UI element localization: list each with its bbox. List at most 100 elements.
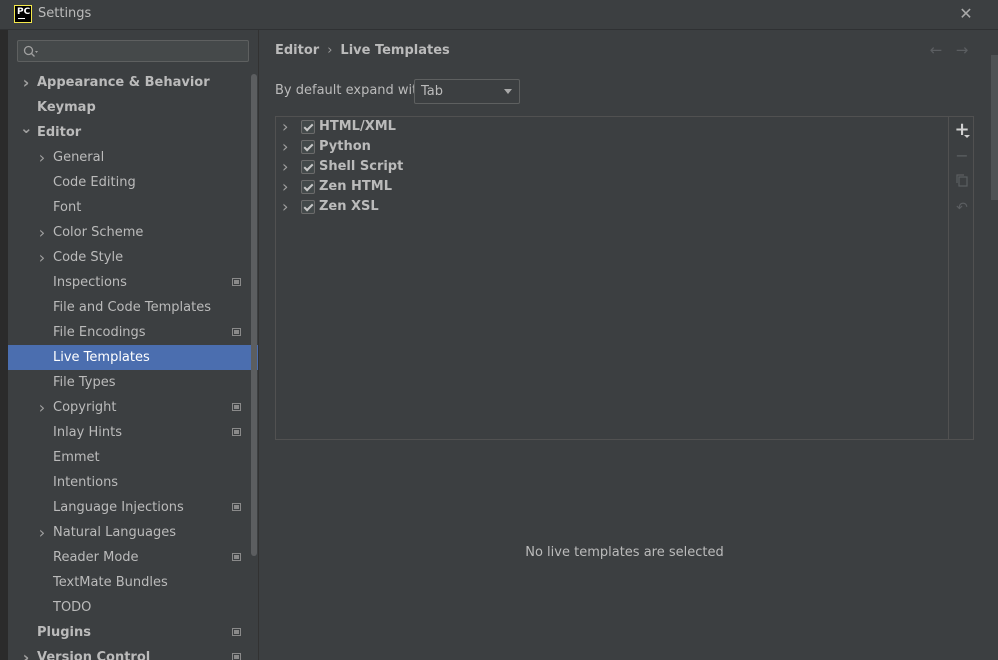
sidebar-item-inspections[interactable]: Inspections <box>8 270 258 295</box>
sidebar-item-code-style[interactable]: › Code Style <box>8 245 258 270</box>
sidebar-item-label: Appearance & Behavior <box>37 75 210 90</box>
template-group-checkbox[interactable] <box>301 180 315 194</box>
template-group-label: Shell Script <box>319 159 404 174</box>
breadcrumb-parent: Editor <box>275 43 320 58</box>
sidebar-item-version-control[interactable]: › Version Control <box>8 645 258 660</box>
sidebar-item-file-types[interactable]: File Types <box>8 370 258 395</box>
window-title: Settings <box>38 6 92 21</box>
chevron-right-icon[interactable]: › <box>282 177 288 197</box>
remove-icon[interactable]: − <box>953 147 971 165</box>
project-level-icon <box>232 503 241 511</box>
background-window-scrollbar <box>991 55 998 200</box>
breadcrumb-current: Live Templates <box>340 43 450 58</box>
project-level-icon <box>232 278 241 286</box>
breadcrumb: Editor › Live Templates <box>275 43 450 58</box>
copy-icon-glyph <box>956 174 968 187</box>
expand-with-dropdown[interactable]: Tab <box>414 79 520 104</box>
breadcrumb-separator: › <box>327 43 333 58</box>
pycharm-logo-icon: PC <box>14 5 32 23</box>
chevron-right-icon[interactable]: › <box>36 220 48 245</box>
templates-tree: › HTML/XML › Python › Shell Script › Zen HTML › Z… <box>276 117 948 439</box>
sidebar-item-label: Version Control <box>37 650 151 660</box>
settings-tree: › Appearance & Behavior Keymap ⌄ Editor › Gene… <box>8 70 258 660</box>
sidebar-item-file-and-code-templates[interactable]: File and Code Templates <box>8 295 258 320</box>
sidebar-item-appearance-behavior[interactable]: › Appearance & Behavior <box>8 70 258 95</box>
forward-arrow-icon[interactable]: → <box>952 40 972 60</box>
sidebar-item-label: Emmet <box>53 450 100 465</box>
template-group-row[interactable]: › Zen XSL <box>276 197 948 217</box>
sidebar-item-label: File and Code Templates <box>53 300 211 315</box>
chevron-right-icon[interactable]: › <box>282 137 288 157</box>
sidebar-item-label: Language Injections <box>53 500 184 515</box>
sidebar-item-language-injections[interactable]: Language Injections <box>8 495 258 520</box>
sidebar-item-emmet[interactable]: Emmet <box>8 445 258 470</box>
template-group-label: Python <box>319 139 371 154</box>
empty-state-message: No live templates are selected <box>525 545 724 560</box>
project-level-icon <box>232 428 241 436</box>
search-input[interactable] <box>44 42 248 62</box>
sidebar-scrollbar[interactable] <box>251 74 257 556</box>
close-button[interactable]: ✕ <box>956 3 976 25</box>
sidebar-item-live-templates[interactable]: Live Templates <box>8 345 258 370</box>
sidebar-item-natural-languages[interactable]: › Natural Languages <box>8 520 258 545</box>
chevron-down-icon <box>504 89 512 94</box>
search-icon <box>23 45 38 57</box>
sidebar-item-label: File Encodings <box>53 325 146 340</box>
chevron-right-icon[interactable]: › <box>36 395 48 420</box>
sidebar-item-file-encodings[interactable]: File Encodings <box>8 320 258 345</box>
template-group-checkbox[interactable] <box>301 140 315 154</box>
expand-with-value: Tab <box>421 84 444 99</box>
splitter[interactable] <box>258 30 259 660</box>
chevron-down-icon[interactable]: ⌄ <box>20 116 33 141</box>
sidebar-item-editor[interactable]: ⌄ Editor <box>8 119 258 145</box>
chevron-right-icon[interactable]: › <box>282 157 288 177</box>
sidebar-item-general[interactable]: › General <box>8 145 258 170</box>
template-group-row[interactable]: › HTML/XML <box>276 117 948 137</box>
sidebar-item-label: Natural Languages <box>53 525 177 540</box>
template-group-row[interactable]: › Shell Script <box>276 157 948 177</box>
add-icon[interactable]: + <box>953 121 971 139</box>
sidebar-item-label: Plugins <box>37 625 91 640</box>
chevron-right-icon[interactable]: › <box>36 245 48 270</box>
template-group-label: Zen XSL <box>319 199 379 214</box>
template-group-row[interactable]: › Python <box>276 137 948 157</box>
sidebar-item-plugins[interactable]: Plugins <box>8 620 258 645</box>
sidebar-item-label: Editor <box>37 125 82 140</box>
template-group-label: HTML/XML <box>319 119 396 134</box>
template-group-checkbox[interactable] <box>301 160 315 174</box>
sidebar-item-reader-mode[interactable]: Reader Mode <box>8 545 258 570</box>
sidebar-item-color-scheme[interactable]: › Color Scheme <box>8 220 258 245</box>
sidebar-item-code-editing[interactable]: Code Editing <box>8 170 258 195</box>
chevron-right-icon[interactable]: › <box>20 645 32 660</box>
sidebar-item-label: General <box>53 150 105 165</box>
search-field[interactable] <box>17 40 249 62</box>
sidebar-item-label: File Types <box>53 375 116 390</box>
template-group-checkbox[interactable] <box>301 200 315 214</box>
copy-icon[interactable] <box>953 173 971 191</box>
sidebar-item-inlay-hints[interactable]: Inlay Hints <box>8 420 258 445</box>
template-group-row[interactable]: › Zen HTML <box>276 177 948 197</box>
chevron-right-icon[interactable]: › <box>36 145 48 170</box>
background-window-edge <box>0 0 8 660</box>
template-group-checkbox[interactable] <box>301 120 315 134</box>
project-level-icon <box>232 328 241 336</box>
sidebar-item-intentions[interactable]: Intentions <box>8 470 258 495</box>
sidebar-item-label: Code Style <box>53 250 124 265</box>
back-arrow-icon[interactable]: ← <box>926 40 946 60</box>
chevron-right-icon[interactable]: › <box>282 117 288 137</box>
sidebar-item-font[interactable]: Font <box>8 195 258 220</box>
chevron-right-icon[interactable]: › <box>282 197 288 217</box>
sidebar-item-textmate-bundles[interactable]: TextMate Bundles <box>8 570 258 595</box>
chevron-right-icon[interactable]: › <box>36 520 48 545</box>
sidebar-item-todo[interactable]: TODO <box>8 595 258 620</box>
sidebar-item-label: Intentions <box>53 475 119 490</box>
chevron-right-icon[interactable]: › <box>20 70 32 95</box>
expand-with-label: By default expand with <box>275 83 426 98</box>
template-group-label: Zen HTML <box>319 179 392 194</box>
sidebar-item-keymap[interactable]: Keymap <box>8 95 258 120</box>
sidebar-item-label: TextMate Bundles <box>53 575 168 590</box>
sidebar-item-label: Code Editing <box>53 175 136 190</box>
revert-icon[interactable]: ↶ <box>953 199 971 217</box>
settings-sidebar: › Appearance & Behavior Keymap ⌄ Editor › Gene… <box>8 30 258 660</box>
sidebar-item-copyright[interactable]: › Copyright <box>8 395 258 420</box>
